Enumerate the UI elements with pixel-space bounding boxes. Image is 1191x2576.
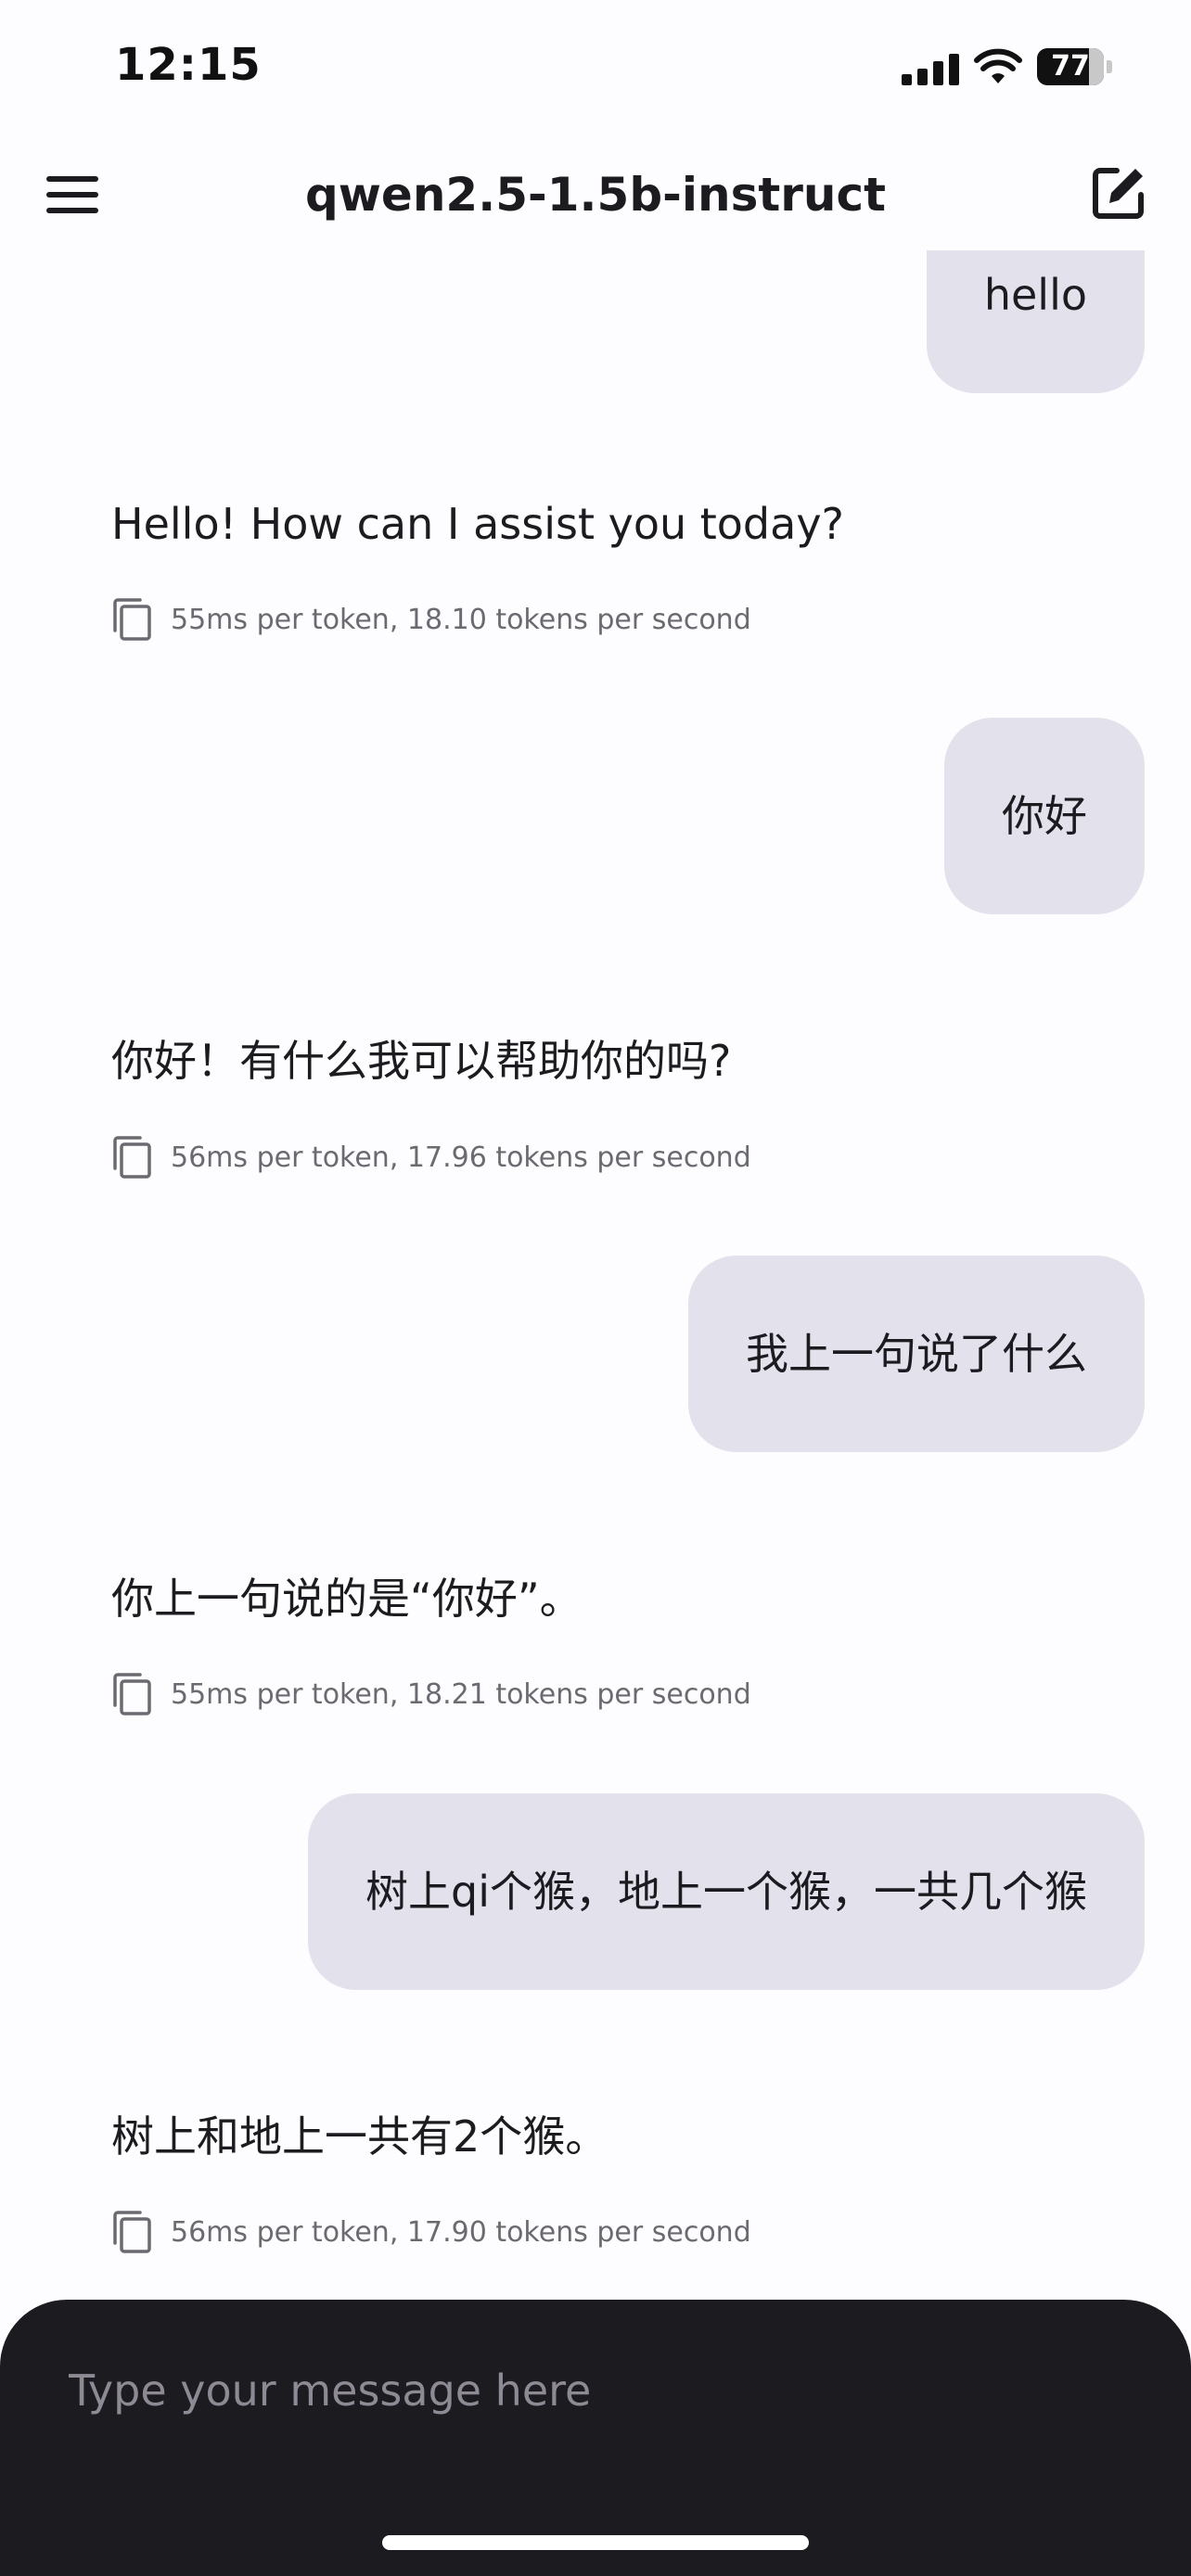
- assistant-message[interactable]: Hello! How can I assist you today?: [111, 499, 844, 549]
- app-bar: qwen2.5-1.5b-instruct: [0, 139, 1191, 250]
- copy-icon[interactable]: [111, 2210, 152, 2254]
- token-speed-stats: 56ms per token, 17.90 tokens per second: [171, 2215, 751, 2249]
- cellular-signal-icon: [902, 54, 959, 85]
- copy-icon[interactable]: [111, 597, 152, 642]
- message-input[interactable]: [69, 2346, 1122, 2435]
- copy-icon[interactable]: [111, 1672, 152, 1716]
- model-title[interactable]: qwen2.5-1.5b-instruct: [186, 159, 1005, 230]
- token-speed-stats: 56ms per token, 17.96 tokens per second: [171, 1141, 751, 1174]
- assistant-message[interactable]: 树上和地上一共有2个猴。: [111, 2103, 608, 2164]
- home-indicator[interactable]: [382, 2535, 809, 2550]
- status-time: 12:15: [115, 39, 262, 91]
- message-stats-row: 55ms per token, 18.10 tokens per second: [111, 596, 751, 643]
- assistant-message[interactable]: 你好！有什么我可以帮助你的吗?: [111, 1027, 731, 1089]
- token-speed-stats: 55ms per token, 18.21 tokens per second: [171, 1677, 751, 1711]
- token-speed-stats: 55ms per token, 18.10 tokens per second: [171, 603, 751, 636]
- user-message-bubble[interactable]: 我上一句说了什么: [688, 1256, 1145, 1452]
- user-message-bubble[interactable]: 树上qi个猴，地上一个猴，一共几个猴: [308, 1793, 1145, 1990]
- message-stats-row: 55ms per token, 18.21 tokens per second: [111, 1671, 751, 1717]
- user-message-bubble[interactable]: hello: [926, 250, 1145, 393]
- assistant-message[interactable]: 你上一句说的是“你好”。: [111, 1565, 583, 1626]
- status-bar: 12:15 77: [0, 0, 1191, 139]
- chat-message-list[interactable]: hello Hello! How can I assist you today?…: [0, 250, 1191, 2300]
- hamburger-menu-icon[interactable]: [46, 176, 98, 213]
- chat-screen: 12:15 77 qwen2.5-1.5b-instruct hello Hel…: [0, 0, 1191, 2576]
- wifi-icon: [974, 48, 1022, 83]
- battery-level: 77: [1051, 50, 1090, 83]
- copy-icon[interactable]: [111, 1135, 152, 1180]
- message-stats-row: 56ms per token, 17.90 tokens per second: [111, 2209, 751, 2255]
- user-message-bubble[interactable]: 你好: [944, 718, 1145, 914]
- message-stats-row: 56ms per token, 17.96 tokens per second: [111, 1134, 751, 1180]
- battery-icon: 77: [1037, 48, 1113, 85]
- new-chat-edit-icon[interactable]: [1089, 163, 1148, 223]
